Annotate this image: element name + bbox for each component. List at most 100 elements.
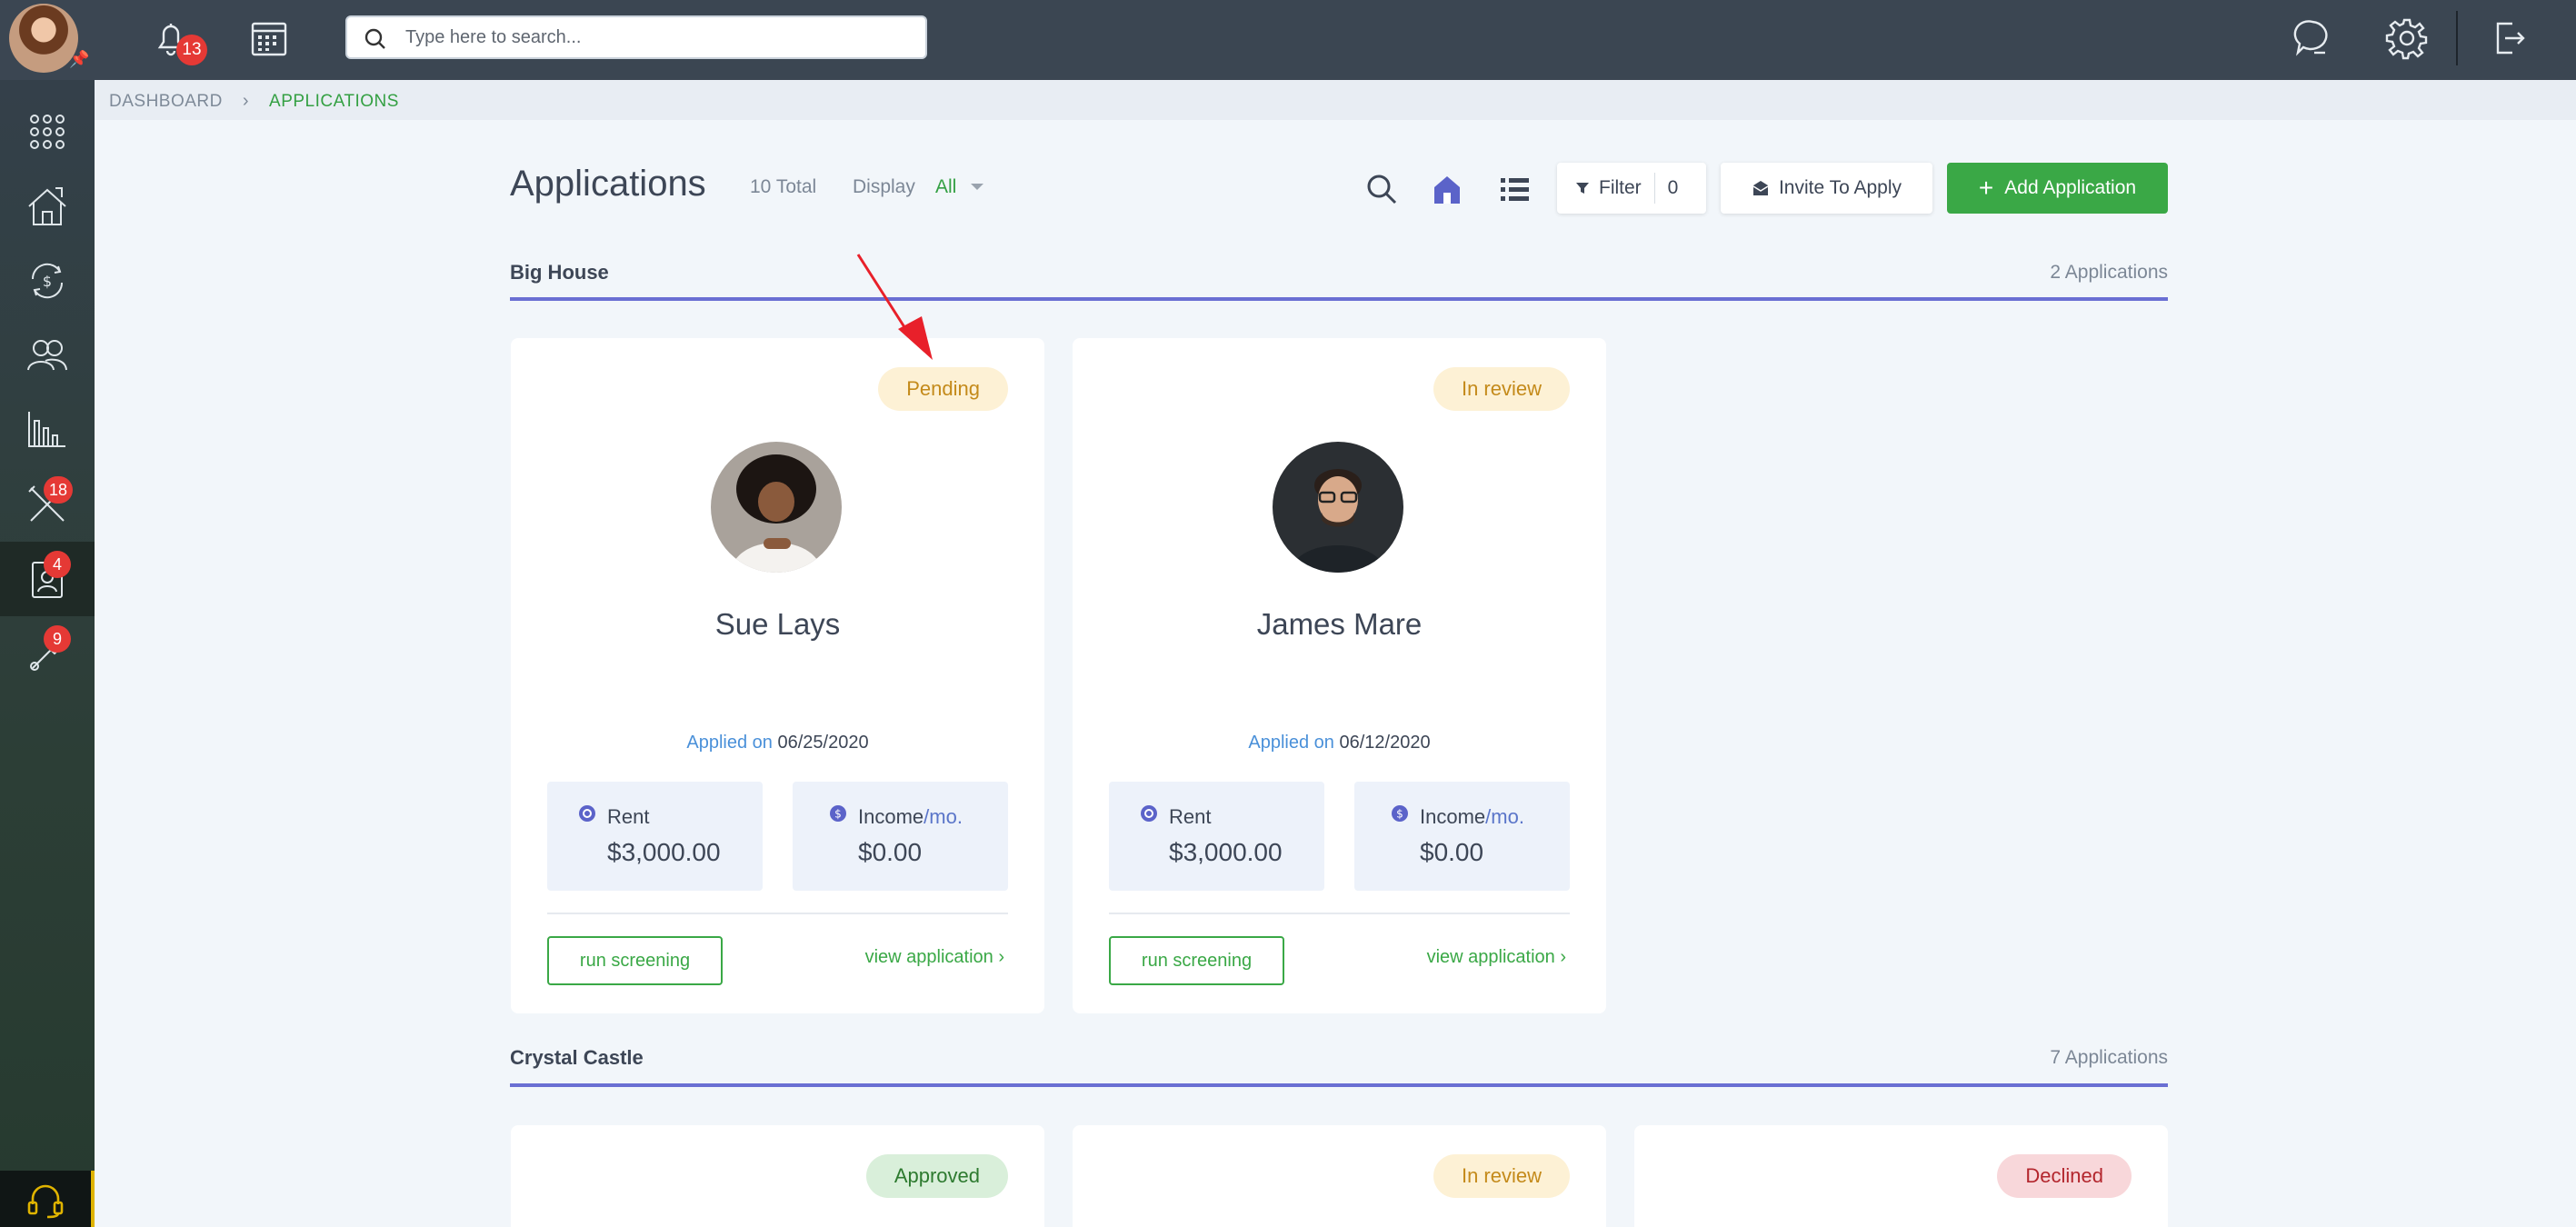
svg-text:$: $ — [834, 808, 842, 821]
display-select[interactable]: All — [935, 176, 956, 198]
display-label: Display — [853, 176, 915, 197]
search-icon — [1367, 175, 1397, 204]
notifications-button[interactable]: 13 — [149, 16, 207, 65]
application-card[interactable]: Declined — [1634, 1125, 2168, 1227]
rent-label: Rent — [1169, 805, 1212, 828]
run-screening-button[interactable]: run screening — [547, 936, 723, 985]
chevron-right-icon: › — [242, 91, 250, 111]
chat-button[interactable] — [2291, 16, 2334, 60]
breadcrumb-bar: DASHBOARD › APPLICATIONS — [95, 80, 2576, 120]
maintenance-badge: 18 — [44, 476, 74, 504]
list-view-button[interactable] — [1498, 173, 1531, 205]
page-title: Applications — [510, 164, 706, 204]
application-card[interactable]: Approved — [511, 1125, 1044, 1227]
sidebar: $ 18 4 9 — [0, 80, 95, 1227]
status-badge: In review — [1433, 367, 1570, 411]
application-card[interactable]: In review — [1073, 1125, 1606, 1227]
search-button[interactable] — [1365, 173, 1398, 205]
card-divider — [547, 913, 1008, 914]
applied-date: Applied on 06/12/2020 — [1073, 733, 1606, 753]
logout-icon — [2496, 22, 2525, 55]
filter-divider — [1653, 173, 1655, 204]
payments-icon: $ — [31, 263, 64, 299]
status-badge: In review — [1433, 1154, 1570, 1198]
top-bar: 📌 13 — [0, 0, 2576, 80]
sidebar-item-people[interactable] — [0, 318, 95, 393]
breadcrumb-dashboard[interactable]: DASHBOARD — [109, 92, 223, 112]
sidebar-item-reports[interactable] — [0, 393, 95, 467]
applied-date: Applied on 06/25/2020 — [511, 733, 1044, 753]
svg-text:$: $ — [1396, 808, 1403, 821]
search-input[interactable] — [405, 25, 914, 50]
gear-icon — [2385, 18, 2428, 60]
tools-badge: 9 — [44, 625, 71, 653]
status-badge: Approved — [865, 1154, 1008, 1198]
rent-value: $3,000.00 — [607, 838, 721, 866]
section-title: Crystal Castle — [510, 1046, 644, 1069]
settings-button[interactable] — [2385, 16, 2429, 60]
notifications-badge: 13 — [176, 35, 207, 65]
application-card[interactable]: Pending Sue Lays Applied on 06/25/2020 R… — [511, 338, 1044, 1013]
sidebar-item-apps[interactable] — [0, 95, 95, 169]
rent-icon — [1141, 805, 1157, 822]
chevron-down-icon[interactable] — [971, 184, 983, 190]
sidebar-item-tools[interactable]: 9 — [0, 616, 95, 691]
applicant-name: James Mare — [1256, 607, 1423, 641]
section-divider — [510, 297, 2168, 301]
apps-grid-icon — [30, 115, 65, 149]
breadcrumb: DASHBOARD › APPLICATIONS — [109, 91, 399, 112]
income-box: $ Income/mo. $0.00 — [793, 782, 1008, 891]
svg-text:$: $ — [43, 273, 52, 290]
applied-label: Applied on — [1248, 733, 1334, 753]
applied-date-value: 06/12/2020 — [1339, 733, 1431, 753]
status-badge: Declined — [1997, 1154, 2132, 1198]
rent-icon — [579, 805, 595, 822]
application-card[interactable]: In review James Mare Applied on 06/12/20… — [1073, 338, 1606, 1013]
total-count: 10 Total — [750, 176, 817, 197]
applied-label: Applied on — [686, 733, 773, 753]
logout-button[interactable] — [2487, 16, 2531, 60]
income-value: $0.00 — [1420, 838, 1484, 866]
sidebar-item-payments[interactable]: $ — [0, 244, 95, 318]
sidebar-item-maintenance[interactable]: 18 — [0, 467, 95, 542]
user-avatar[interactable] — [9, 4, 78, 73]
envelope-icon — [1752, 181, 1769, 195]
reports-icon — [28, 412, 65, 447]
sidebar-item-properties[interactable] — [0, 169, 95, 244]
calendar-button[interactable] — [247, 16, 291, 60]
add-application-button[interactable]: + Add Application — [1947, 163, 2168, 214]
applicant-avatar — [711, 442, 842, 573]
help-button[interactable] — [0, 1171, 95, 1227]
run-screening-button[interactable]: run screening — [1109, 936, 1284, 985]
calendar-icon — [251, 22, 287, 56]
section-divider — [510, 1083, 2168, 1087]
sidebar-item-applications[interactable]: 4 — [0, 542, 95, 616]
applicant-avatar — [1273, 442, 1403, 573]
add-label: Add Application — [2004, 177, 2137, 198]
applications-badge: 4 — [44, 551, 71, 578]
filter-button[interactable]: Filter 0 — [1557, 163, 1706, 214]
status-badge: Pending — [878, 367, 1008, 411]
rent-box: Rent $3,000.00 — [1109, 782, 1324, 891]
section-title: Big House — [510, 261, 609, 284]
income-icon: $ — [1392, 805, 1408, 822]
home-icon — [1434, 176, 1460, 204]
filter-icon — [1576, 183, 1589, 194]
rent-value: $3,000.00 — [1169, 838, 1283, 866]
pin-icon[interactable]: 📌 — [69, 49, 89, 69]
grid-view-button[interactable] — [1431, 173, 1463, 205]
section-count: 7 Applications — [2050, 1047, 2168, 1068]
income-label: Income/mo. — [1420, 805, 1524, 828]
income-label: Income/mo. — [858, 805, 963, 828]
view-application-link[interactable]: view application › — [865, 947, 1004, 968]
view-application-link[interactable]: view application › — [1427, 947, 1566, 968]
properties-icon — [28, 187, 66, 225]
invite-to-apply-button[interactable]: Invite To Apply — [1721, 163, 1932, 214]
chat-icon — [2293, 20, 2328, 56]
income-value: $0.00 — [858, 838, 923, 866]
card-divider — [1109, 913, 1570, 914]
search-box[interactable] — [345, 15, 927, 59]
rent-label: Rent — [607, 805, 650, 828]
applicant-name: Sue Lays — [714, 607, 841, 641]
annotation-arrow — [856, 254, 933, 360]
